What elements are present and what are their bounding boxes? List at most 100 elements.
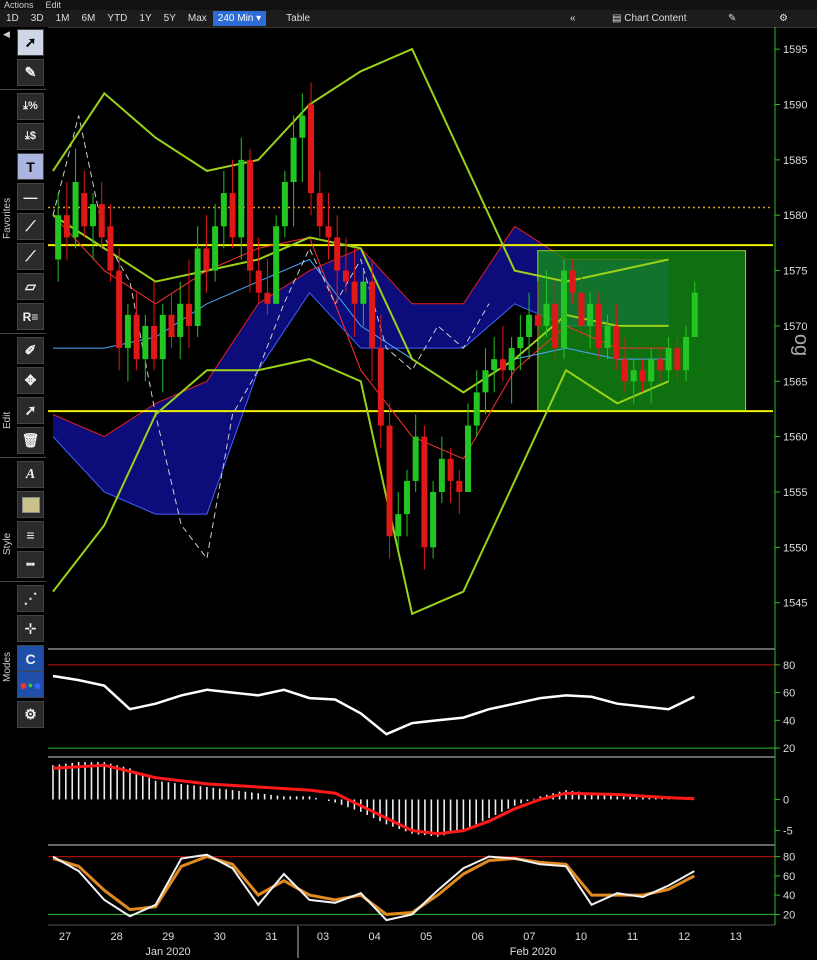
candle-body — [447, 458, 454, 481]
stochastic-pane[interactable]: 80 60 40 20 — [48, 852, 795, 922]
axis-tag-label: og — [790, 334, 812, 356]
candle-body — [665, 348, 672, 371]
candle-body — [360, 281, 367, 304]
candle-body — [683, 337, 690, 371]
candle-body — [456, 480, 463, 492]
candle-body — [342, 270, 349, 282]
candle-body — [613, 325, 620, 360]
candle-body — [656, 359, 663, 371]
candle-body — [508, 348, 515, 371]
candle-body — [412, 436, 419, 481]
candle-body — [395, 514, 402, 537]
candle-body — [290, 137, 297, 182]
candle-body — [255, 270, 262, 293]
time-tick-label: 13 — [730, 931, 742, 943]
candle-body — [430, 492, 437, 548]
candle-body — [648, 359, 655, 382]
candle-body — [526, 314, 533, 337]
candle-body — [229, 193, 236, 238]
candle-body — [142, 325, 149, 360]
rsi-line — [52, 674, 695, 736]
time-tick-label: 05 — [420, 931, 432, 943]
time-tick-label: 11 — [627, 931, 638, 943]
time-tick-label: 27 — [59, 931, 71, 943]
candle-body — [264, 292, 271, 304]
candle-body — [482, 370, 489, 393]
candle-body — [691, 292, 698, 337]
macd-pane[interactable]: 0 -5 — [52, 762, 793, 838]
candle-body — [421, 436, 428, 548]
candle-body — [299, 115, 306, 138]
bollinger-upper — [52, 47, 669, 283]
candle-body — [281, 182, 288, 227]
candle-body — [308, 104, 315, 194]
candle-body — [116, 270, 123, 349]
macd-tick-label: 0 — [783, 794, 789, 806]
time-tick-label: 12 — [678, 931, 690, 943]
candle-body — [238, 159, 245, 238]
candle-body — [81, 193, 88, 227]
rsi-pane[interactable]: 80 60 40 20 — [48, 660, 795, 755]
candle-body — [630, 370, 637, 382]
time-tick-label: 06 — [472, 931, 484, 943]
candle-body — [438, 458, 445, 492]
rsi-tick-label: 60 — [783, 688, 795, 700]
candle-body — [316, 193, 323, 227]
price-tick-label: 1580 — [783, 210, 807, 222]
stoch-tick-label: 60 — [783, 871, 795, 883]
price-tick-label: 1575 — [783, 266, 807, 278]
candle-body — [403, 480, 410, 515]
stoch-tick-label: 40 — [783, 890, 795, 902]
candle-body — [351, 281, 358, 304]
price-tick-label: 1555 — [783, 487, 807, 499]
time-tick-label: 10 — [575, 931, 587, 943]
rsi-tick-label: 80 — [783, 660, 795, 672]
candle-body — [220, 193, 227, 227]
price-tick-label: 1550 — [783, 542, 807, 554]
price-pane[interactable] — [48, 47, 775, 616]
candle-body — [377, 348, 384, 426]
stoch-k-line — [52, 853, 695, 922]
candle-body — [107, 226, 114, 271]
candle-body — [517, 337, 524, 349]
candle-body — [72, 182, 79, 238]
candle-body — [151, 325, 158, 360]
candle-body — [473, 392, 480, 426]
candle-body — [604, 325, 611, 349]
highlight-box — [537, 250, 747, 412]
candle-body — [543, 303, 550, 326]
candle-body — [578, 292, 585, 326]
candle-body — [325, 226, 332, 238]
candle-body — [194, 248, 201, 326]
price-tick-label: 1565 — [783, 376, 807, 388]
rsi-tick-label: 20 — [783, 743, 795, 755]
candle-body — [63, 215, 70, 238]
month-label-jan: Jan 2020 — [145, 946, 190, 958]
candle-body — [90, 204, 97, 227]
candle-body — [124, 314, 131, 349]
month-label-feb: Feb 2020 — [510, 946, 556, 958]
time-tick-label: 03 — [317, 931, 329, 943]
candle-body — [98, 204, 105, 238]
macd-tick-label: -5 — [783, 826, 793, 838]
candle-body — [639, 370, 646, 382]
candle-body — [168, 314, 175, 337]
candle-body — [386, 425, 393, 537]
candle-body — [334, 237, 341, 271]
time-axis: 27 28 29 30 31 03 04 05 06 07 10 11 12 13 Jan 2020 Feb … — [59, 926, 742, 958]
candle-body — [185, 303, 192, 326]
chart-area[interactable]: 1595 1590 1585 1580 1575 1570 1565 1560 1555 1550… — [0, 0, 817, 960]
candle-body — [212, 226, 219, 271]
candle-body — [674, 348, 681, 371]
price-tick-label: 1545 — [783, 598, 807, 610]
price-tick-label: 1585 — [783, 155, 807, 167]
candle-body — [133, 314, 140, 360]
time-tick-label: 28 — [110, 931, 122, 943]
price-tick-label: 1595 — [783, 44, 807, 56]
candle-body — [621, 359, 628, 382]
price-tick-label: 1590 — [783, 100, 807, 112]
candle-body — [203, 248, 210, 271]
candle-body — [273, 226, 280, 304]
time-tick-label: 04 — [368, 931, 380, 943]
candle-body — [159, 314, 166, 360]
